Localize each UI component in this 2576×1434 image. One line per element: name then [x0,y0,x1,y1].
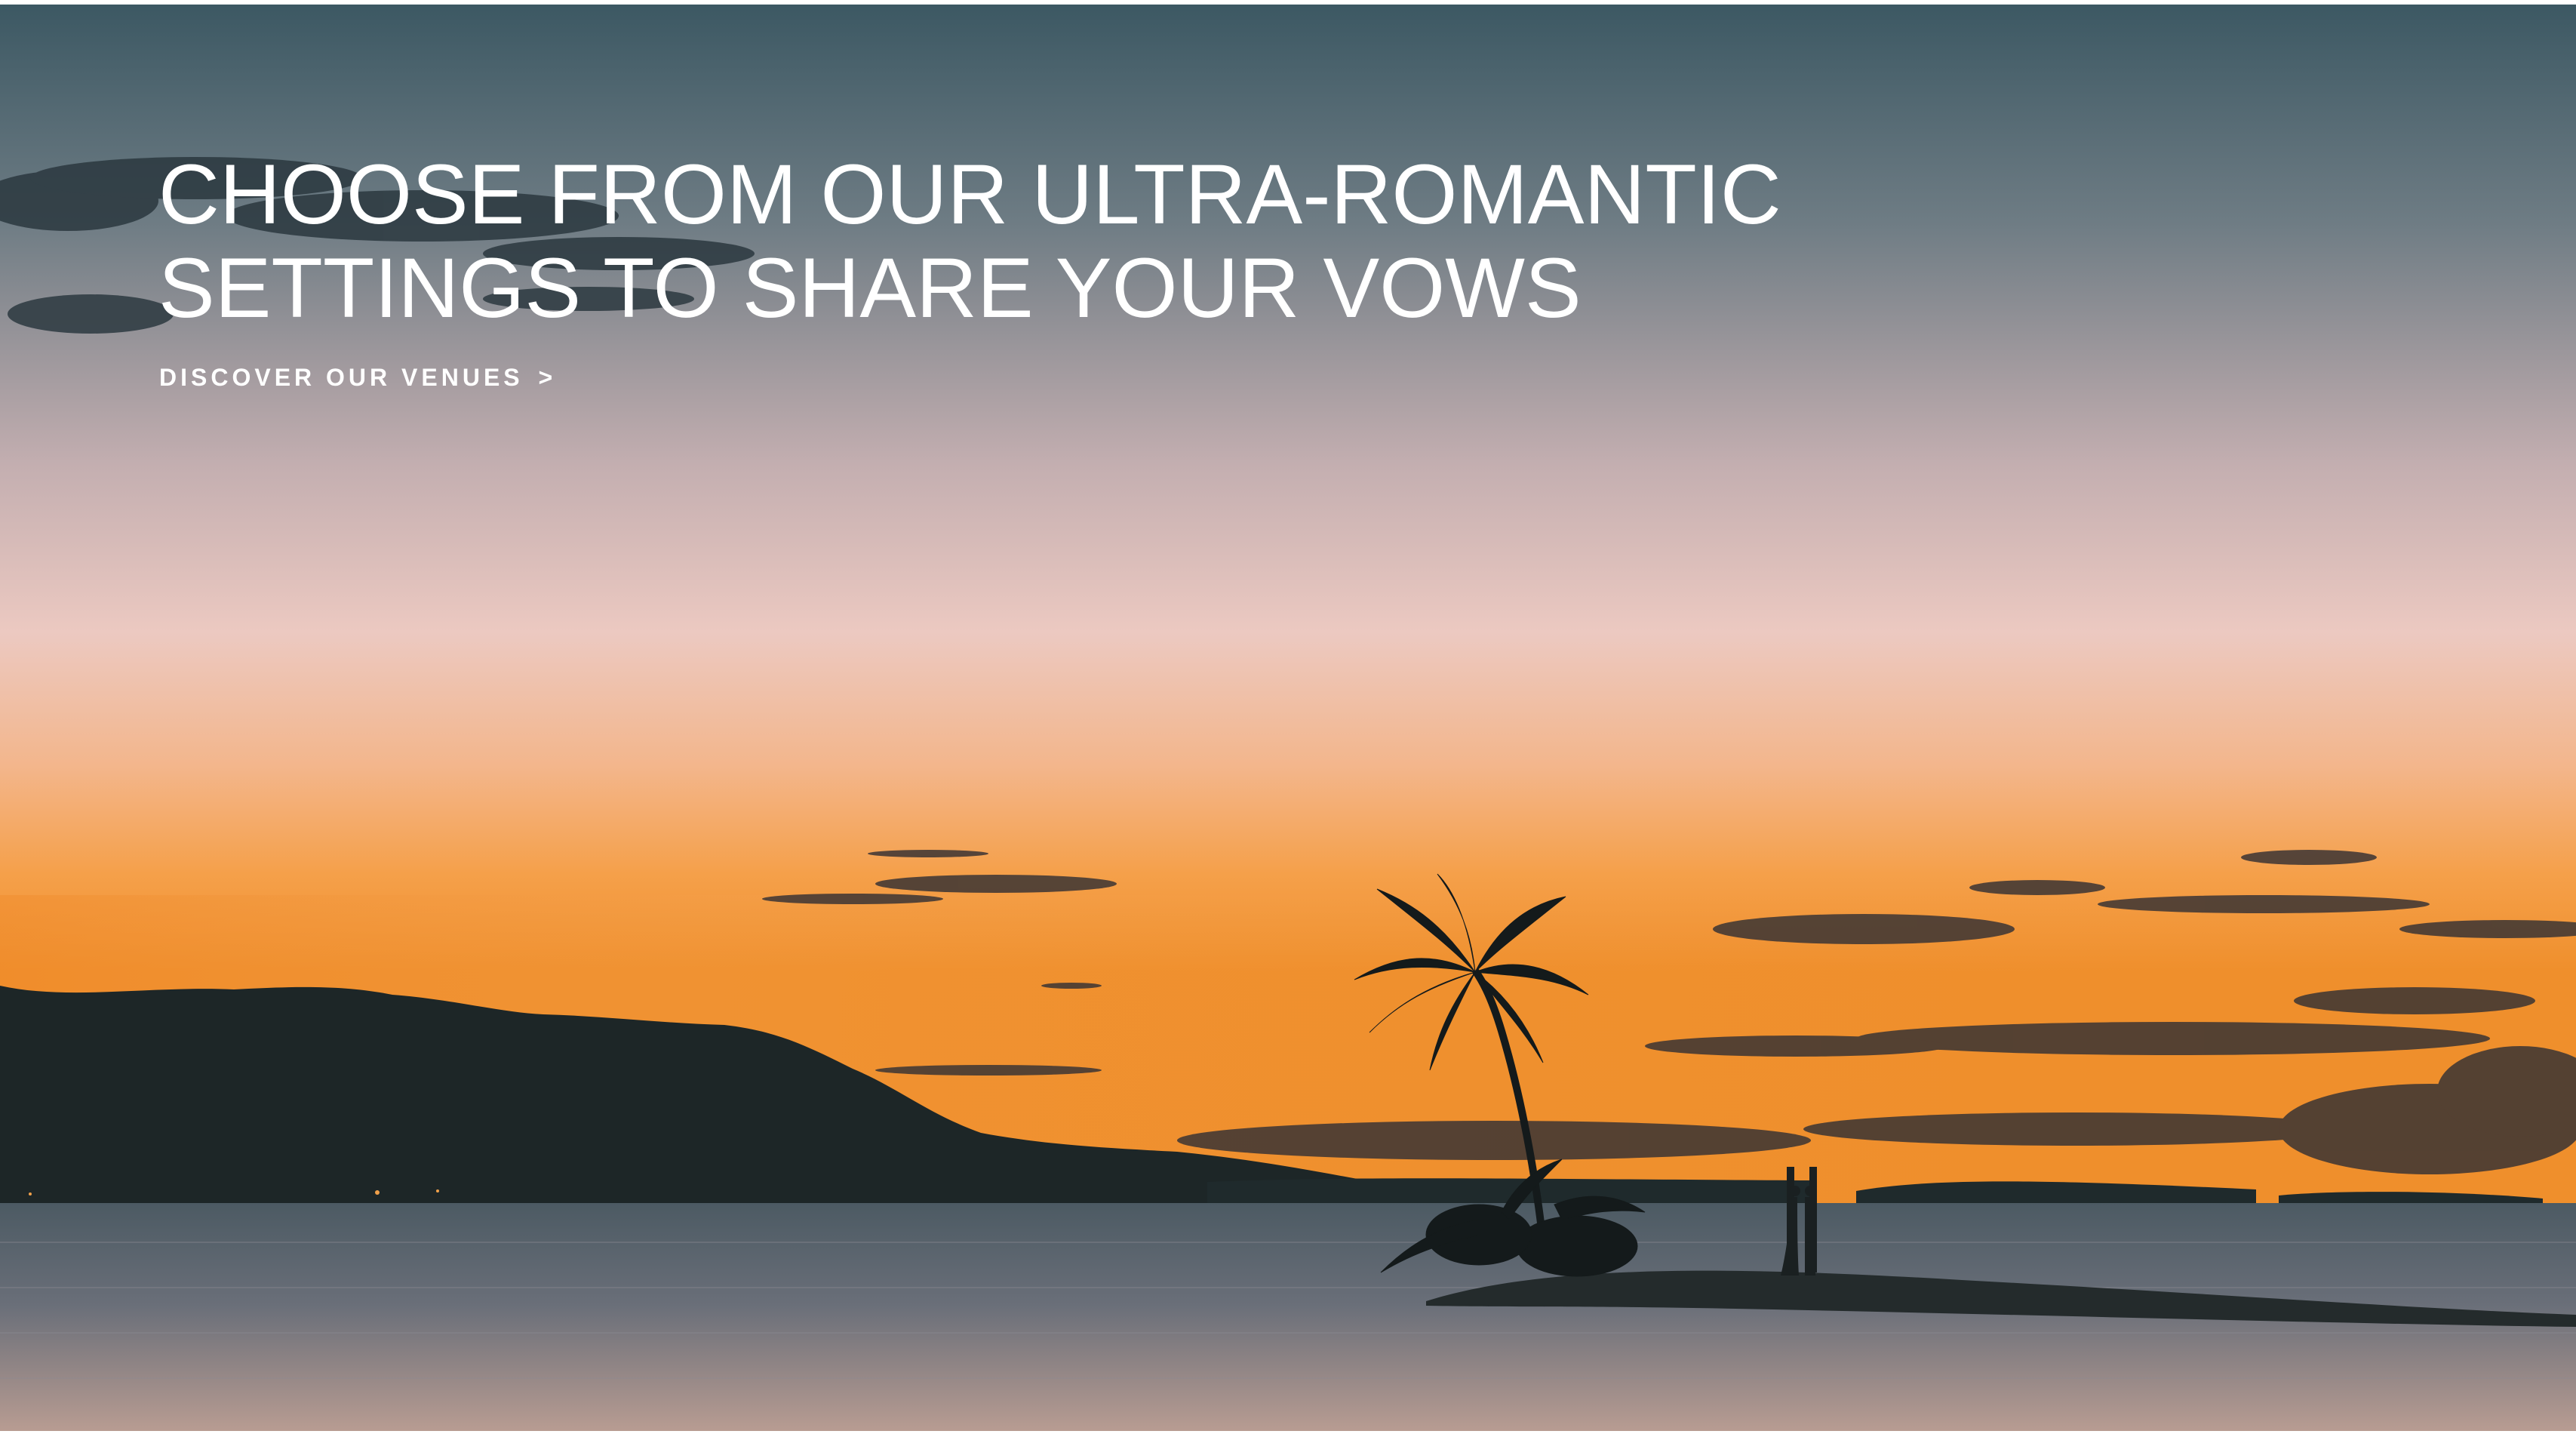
page: CHOOSE FROM OUR ULTRA-ROMANTIC SETTINGS … [0,0,2576,1434]
hero-headline-line-1: CHOOSE FROM OUR ULTRA-ROMANTIC [158,147,1781,242]
discover-venues-link[interactable]: DISCOVER OUR VENUES > [159,364,556,392]
hero-headline-line-2: SETTINGS TO SHARE YOUR VOWS [158,241,1582,335]
hero-section: CHOOSE FROM OUR ULTRA-ROMANTIC SETTINGS … [0,5,2576,1431]
hero-headline: CHOOSE FROM OUR ULTRA-ROMANTIC SETTINGS … [158,148,1969,335]
chevron-right-icon: > [538,364,557,391]
discover-venues-label: DISCOVER OUR VENUES [159,364,524,391]
